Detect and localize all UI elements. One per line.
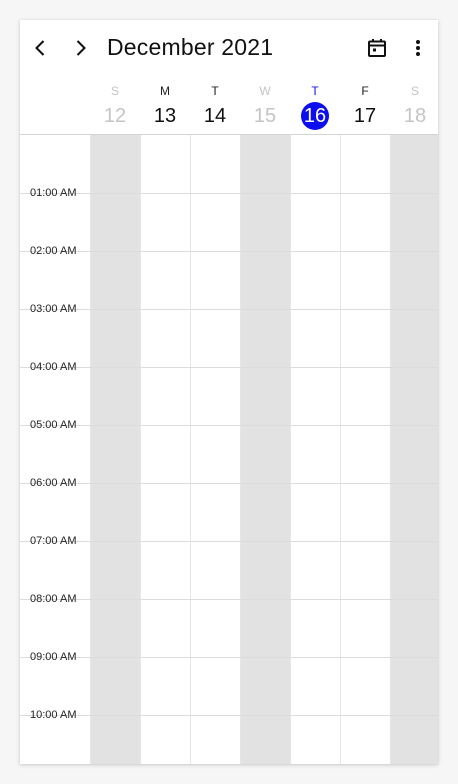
more-options-button[interactable]: [406, 36, 430, 60]
day-number: 12: [103, 105, 127, 127]
day-header-row: S 12 M 13 T 14 W 15 T 16 F 17 S 18: [20, 76, 438, 135]
hour-line: [20, 715, 438, 716]
day-header-13[interactable]: M 13: [140, 76, 190, 134]
time-label: 01:00 AM: [30, 187, 77, 199]
day-column-divider: [190, 135, 191, 764]
day-column-divider: [90, 135, 91, 764]
time-label: 10:00 AM: [30, 709, 77, 721]
nonworking-day-column[interactable]: [390, 135, 438, 764]
day-number: 16: [303, 105, 327, 127]
day-letter: T: [311, 84, 319, 98]
next-button[interactable]: [69, 36, 93, 60]
day-letter: W: [259, 84, 271, 98]
hour-line: [20, 367, 438, 368]
time-label: 02:00 AM: [30, 245, 77, 257]
day-letter: M: [160, 84, 170, 98]
hour-line: [20, 599, 438, 600]
day-number: 14: [203, 105, 227, 127]
day-letter: F: [361, 84, 369, 98]
day-letter: S: [410, 84, 419, 98]
day-column-divider: [290, 135, 291, 764]
day-header-18[interactable]: S 18: [390, 76, 438, 134]
day-number: 13: [153, 105, 177, 127]
time-label: 06:00 AM: [30, 477, 77, 489]
calendar-card: December 2021 S 12 M 13 T 14 W 15 T 16 F 17 S 18 01:0…: [20, 20, 438, 764]
day-number: 15: [253, 105, 277, 127]
hour-line: [20, 541, 438, 542]
chevron-right-icon: [76, 40, 86, 56]
hour-line: [20, 425, 438, 426]
hour-line: [20, 483, 438, 484]
day-number: 18: [403, 105, 427, 127]
chevron-left-icon: [35, 40, 45, 56]
previous-button[interactable]: [28, 36, 52, 60]
day-letter: T: [211, 84, 219, 98]
nonworking-day-column[interactable]: [90, 135, 140, 764]
hour-line: [20, 251, 438, 252]
day-header-15[interactable]: W 15: [240, 76, 290, 134]
calendar-today-icon: [368, 39, 386, 57]
day-column-divider: [340, 135, 341, 764]
day-column-divider: [390, 135, 391, 764]
day-header-17[interactable]: F 17: [340, 76, 390, 134]
calendar-toolbar: December 2021: [20, 20, 438, 76]
day-column-divider: [240, 135, 241, 764]
day-header-16[interactable]: T 16: [290, 76, 340, 134]
time-label: 09:00 AM: [30, 651, 77, 663]
today-button[interactable]: [365, 36, 389, 60]
hour-line: [20, 657, 438, 658]
day-number: 17: [353, 105, 377, 127]
more-vertical-icon: [416, 40, 420, 56]
time-label: 05:00 AM: [30, 419, 77, 431]
hour-line: [20, 309, 438, 310]
nonworking-day-column[interactable]: [240, 135, 290, 764]
time-label: 04:00 AM: [30, 361, 77, 373]
day-header-12[interactable]: S 12: [90, 76, 140, 134]
day-column-divider: [140, 135, 141, 764]
time-label: 08:00 AM: [30, 593, 77, 605]
time-label: 03:00 AM: [30, 303, 77, 315]
time-label: 07:00 AM: [30, 535, 77, 547]
month-year-title[interactable]: December 2021: [107, 34, 273, 61]
day-letter: S: [110, 84, 119, 98]
hour-line: [20, 193, 438, 194]
time-grid[interactable]: 01:00 AM 02:00 AM 03:00 AM 04:00 AM 05:00 AM…: [20, 135, 438, 764]
day-header-14[interactable]: T 14: [190, 76, 240, 134]
